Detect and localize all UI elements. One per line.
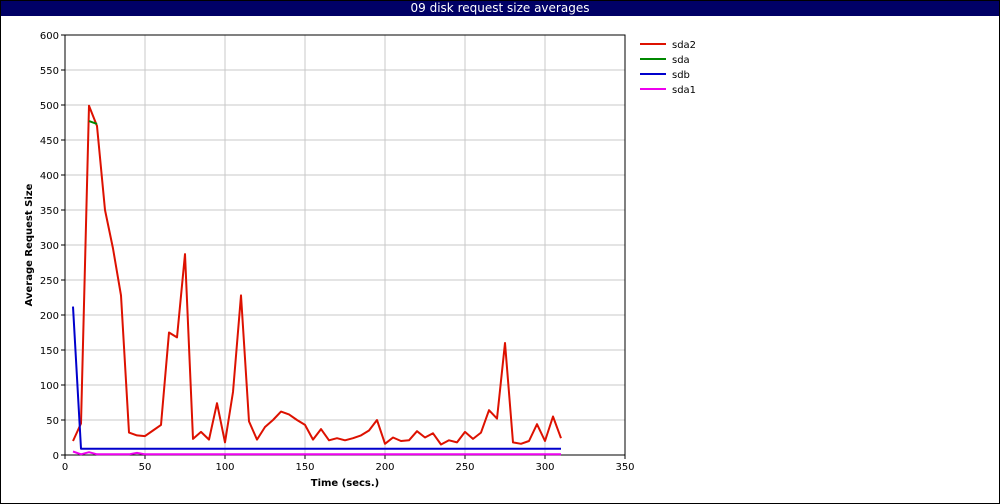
y-tick-label: 500: [40, 101, 59, 112]
y-tick-label: 100: [40, 381, 59, 392]
y-tick-label: 600: [40, 31, 59, 42]
y-tick-label: 150: [40, 346, 59, 357]
series-line-sdb: [72, 306, 561, 450]
x-tick-label: 50: [139, 462, 152, 473]
y-tick-label: 450: [40, 136, 59, 147]
x-tick-label: 350: [615, 462, 634, 473]
x-tick-label: 250: [455, 462, 474, 473]
y-tick-label: 550: [40, 66, 59, 77]
x-axis-label: Time (secs.): [311, 478, 380, 489]
chart-svg: 0 50 100 150 200 250 300 350 400 450 500 550 600 0 50…: [24, 31, 696, 489]
legend-label-sda: sda: [672, 55, 690, 66]
x-axis-ticks: 0 50 100 150 200 250 300 350: [62, 455, 635, 473]
x-tick-label: 200: [375, 462, 394, 473]
legend-label-sda1: sda1: [672, 85, 696, 96]
y-tick-label: 350: [40, 206, 59, 217]
series-line-sda1: [72, 450, 561, 456]
x-tick-label: 150: [295, 462, 314, 473]
y-axis-label: Average Request Size: [24, 183, 35, 306]
y-tick-label: 400: [40, 171, 59, 182]
y-tick-label: 250: [40, 276, 59, 287]
y-tick-label: 200: [40, 311, 59, 322]
series-line-sda2: [72, 104, 562, 446]
legend-label-sdb: sdb: [672, 70, 690, 81]
y-tick-label: 300: [40, 241, 59, 252]
grid-lines: [64, 34, 626, 456]
y-axis-ticks: 0 50 100 150 200 250 300 350 400 450 500 550 600: [40, 31, 65, 462]
y-tick-label: 0: [53, 451, 59, 462]
x-tick-label: 100: [215, 462, 234, 473]
x-tick-label: 300: [535, 462, 554, 473]
x-tick-label: 0: [62, 462, 68, 473]
legend-label-sda2: sda2: [672, 40, 696, 51]
y-tick-label: 50: [46, 416, 59, 427]
legend: sda2 sda sdb sda1: [640, 40, 696, 96]
